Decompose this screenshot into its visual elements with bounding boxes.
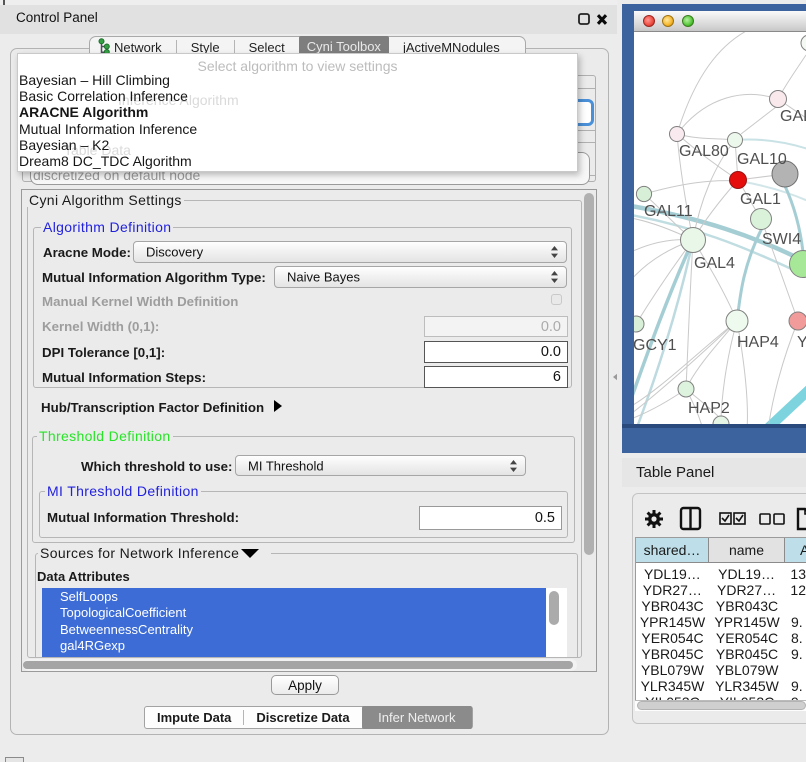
svg-text:GAL1: GAL1 bbox=[740, 191, 781, 208]
svg-text:GAL4: GAL4 bbox=[694, 255, 735, 272]
svg-text:GAL11: GAL11 bbox=[644, 203, 693, 220]
svg-text:SWI4: SWI4 bbox=[762, 231, 801, 248]
svg-text:HAP2: HAP2 bbox=[688, 400, 730, 417]
svg-text:GAL80: GAL80 bbox=[679, 143, 729, 160]
svg-text:GAL: GAL bbox=[780, 108, 806, 125]
svg-text:GAL10: GAL10 bbox=[737, 151, 787, 168]
svg-text:HAP4: HAP4 bbox=[737, 334, 779, 351]
svg-text:Y: Y bbox=[797, 334, 806, 351]
svg-text:GCY1: GCY1 bbox=[634, 337, 677, 354]
